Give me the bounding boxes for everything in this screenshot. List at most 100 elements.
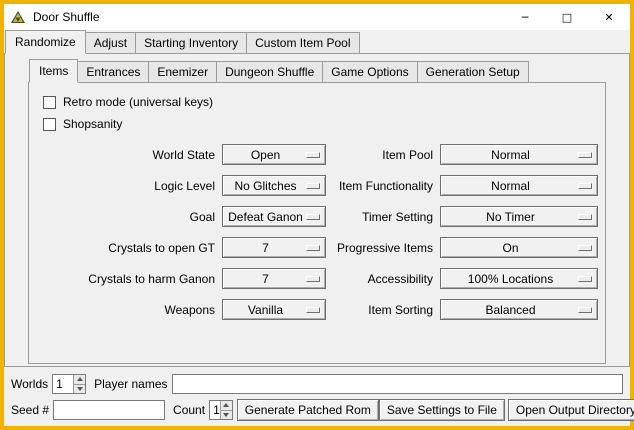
item-sorting-dropdown[interactable]: Balanced	[440, 299, 598, 320]
item-pool-dropdown[interactable]: Normal	[440, 144, 598, 165]
logic-level-label: Logic Level	[43, 179, 215, 193]
item-pool-value: Normal	[491, 148, 530, 162]
tab-items[interactable]: Items	[29, 59, 78, 83]
accessibility-label: Accessibility	[333, 272, 433, 286]
timer-setting-dropdown[interactable]: No Timer	[440, 206, 598, 227]
window: Door Shuffle ─ □ ✕ Randomize Adjust Star…	[0, 0, 634, 430]
tab-enemizer[interactable]: Enemizer	[148, 61, 217, 83]
tab-generation-setup[interactable]: Generation Setup	[417, 61, 529, 83]
dropdown-indicator-icon	[578, 152, 592, 158]
tab-adjust[interactable]: Adjust	[85, 32, 136, 54]
progressive-items-value: On	[502, 241, 518, 255]
item-sorting-value: Balanced	[485, 303, 535, 317]
app-icon	[10, 9, 26, 25]
dropdown-indicator-icon	[578, 307, 592, 313]
worlds-label: Worlds	[11, 377, 48, 391]
sub-tabstrip: Items Entrances Enemizer Dungeon Shuffle…	[28, 59, 606, 83]
player-names-label: Player names	[94, 377, 167, 391]
checkbox-box	[43, 118, 56, 131]
tab-entrances[interactable]: Entrances	[77, 61, 149, 83]
goal-value: Defeat Ganon	[228, 210, 303, 224]
dropdown-indicator-icon	[578, 276, 592, 282]
generate-patched-rom-button[interactable]: Generate Patched Rom	[237, 399, 379, 421]
dropdown-indicator-icon	[306, 307, 320, 313]
tab-dungeon-shuffle[interactable]: Dungeon Shuffle	[216, 61, 323, 83]
tab-starting-inventory[interactable]: Starting Inventory	[135, 32, 247, 54]
goal-label: Goal	[43, 210, 215, 224]
options-grid: World State Open Item Pool Normal Logic …	[37, 144, 601, 320]
item-functionality-dropdown[interactable]: Normal	[440, 175, 598, 196]
items-pane: Retro mode (universal keys) Shopsanity W…	[28, 82, 606, 364]
tab-game-options[interactable]: Game Options	[322, 61, 417, 83]
save-settings-button[interactable]: Save Settings to File	[379, 399, 505, 421]
world-state-value: Open	[251, 148, 280, 162]
item-sorting-label: Item Sorting	[333, 303, 433, 317]
spinner-arrows	[220, 401, 232, 419]
seed-label: Seed #	[11, 403, 49, 417]
spin-down-arrow-icon[interactable]	[73, 384, 85, 394]
timer-setting-label: Timer Setting	[333, 210, 433, 224]
timer-setting-value: No Timer	[486, 210, 535, 224]
crystals-harm-ganon-dropdown[interactable]: 7	[222, 268, 326, 289]
retro-mode-label: Retro mode (universal keys)	[63, 95, 213, 109]
seed-row: Seed # Count 1 Generate Patched Rom Save…	[8, 399, 625, 421]
count-value: 1	[210, 401, 220, 419]
weapons-label: Weapons	[43, 303, 215, 317]
crystals-harm-ganon-value: 7	[262, 272, 269, 286]
crystals-harm-ganon-label: Crystals to harm Ganon	[43, 272, 215, 286]
checkbox-box	[43, 96, 56, 109]
logic-level-value: No Glitches	[234, 179, 296, 193]
world-state-label: World State	[43, 148, 215, 162]
spin-up-arrow-icon[interactable]	[220, 401, 232, 410]
crystals-open-gt-dropdown[interactable]: 7	[222, 237, 326, 258]
crystals-open-gt-value: 7	[262, 241, 269, 255]
tab-randomize[interactable]: Randomize	[5, 30, 86, 54]
dropdown-indicator-icon	[306, 183, 320, 189]
retro-mode-checkbox[interactable]: Retro mode (universal keys)	[43, 91, 601, 113]
dropdown-indicator-icon	[306, 245, 320, 251]
bottom-bar: Worlds 1 Player names Seed # Count 1	[4, 367, 630, 421]
player-names-input[interactable]	[172, 374, 624, 394]
minimize-button[interactable]: ─	[504, 4, 546, 30]
seed-input[interactable]	[53, 400, 165, 420]
worlds-row: Worlds 1 Player names	[8, 374, 625, 394]
weapons-dropdown[interactable]: Vanilla	[222, 299, 326, 320]
item-functionality-value: Normal	[491, 179, 530, 193]
main-tabstrip: Randomize Adjust Starting Inventory Cust…	[4, 30, 630, 54]
item-functionality-label: Item Functionality	[333, 179, 433, 193]
goal-dropdown[interactable]: Defeat Ganon	[222, 206, 326, 227]
window-title: Door Shuffle	[33, 10, 100, 24]
crystals-open-gt-label: Crystals to open GT	[43, 241, 215, 255]
accessibility-dropdown[interactable]: 100% Locations	[440, 268, 598, 289]
dropdown-indicator-icon	[306, 214, 320, 220]
count-label: Count	[173, 403, 205, 417]
client-area: Randomize Adjust Starting Inventory Cust…	[4, 30, 630, 426]
dropdown-indicator-icon	[306, 152, 320, 158]
spinner-arrows	[73, 375, 85, 393]
window-controls: ─ □ ✕	[504, 4, 630, 30]
worlds-value: 1	[53, 375, 73, 393]
tab-custom-item-pool[interactable]: Custom Item Pool	[246, 32, 359, 54]
dropdown-indicator-icon	[578, 214, 592, 220]
close-button[interactable]: ✕	[588, 4, 630, 30]
progressive-items-label: Progressive Items	[333, 241, 433, 255]
item-pool-label: Item Pool	[333, 148, 433, 162]
shopsanity-checkbox[interactable]: Shopsanity	[43, 113, 601, 135]
count-spinbox[interactable]: 1	[209, 400, 233, 420]
randomize-pane: Items Entrances Enemizer Dungeon Shuffle…	[4, 53, 630, 367]
weapons-value: Vanilla	[248, 303, 283, 317]
dropdown-indicator-icon	[578, 183, 592, 189]
progressive-items-dropdown[interactable]: On	[440, 237, 598, 258]
dropdown-indicator-icon	[306, 276, 320, 282]
titlebar: Door Shuffle ─ □ ✕	[4, 4, 630, 30]
worlds-spinbox[interactable]: 1	[52, 374, 86, 394]
accessibility-value: 100% Locations	[468, 272, 553, 286]
world-state-dropdown[interactable]: Open	[222, 144, 326, 165]
open-output-directory-button[interactable]: Open Output Directory	[508, 399, 634, 421]
maximize-button[interactable]: □	[546, 4, 588, 30]
logic-level-dropdown[interactable]: No Glitches	[222, 175, 326, 196]
shopsanity-label: Shopsanity	[63, 117, 122, 131]
dropdown-indicator-icon	[578, 245, 592, 251]
spin-up-arrow-icon[interactable]	[73, 375, 85, 384]
spin-down-arrow-icon[interactable]	[220, 410, 232, 420]
